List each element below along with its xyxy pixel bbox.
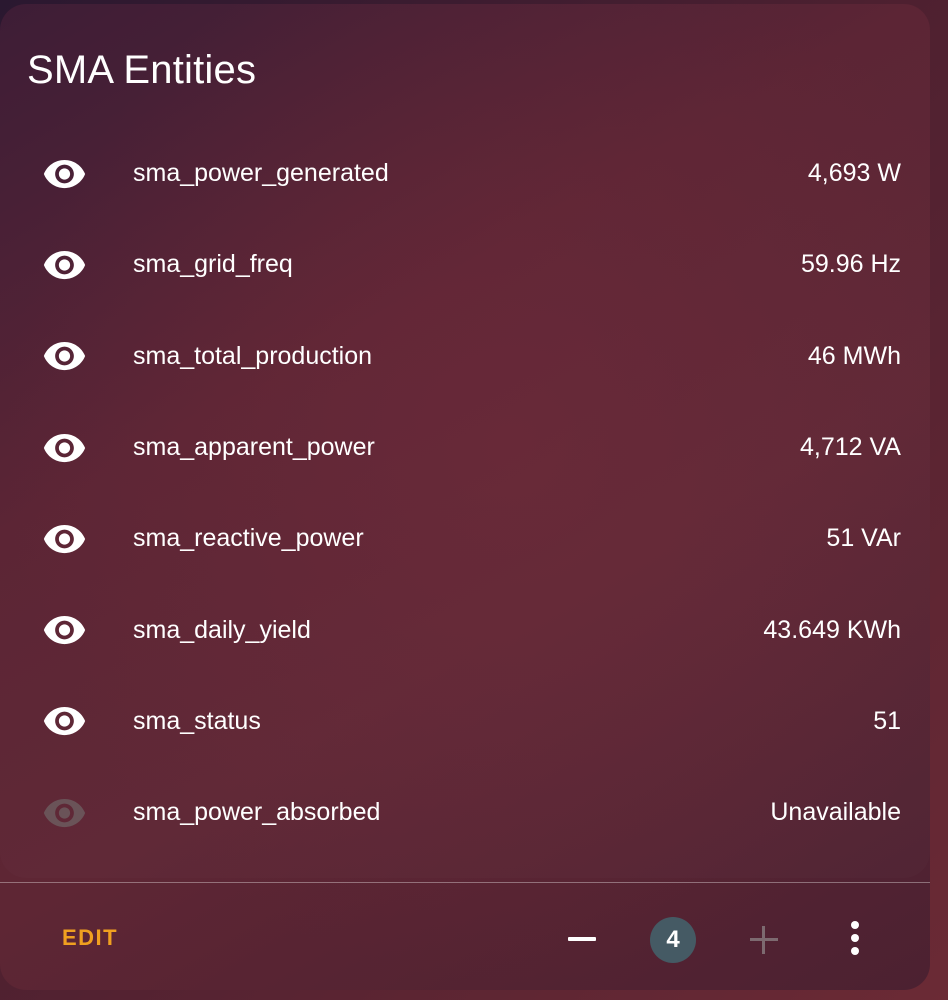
entity-row[interactable]: sma_daily_yield 43.649 KWh [0, 584, 930, 675]
entity-name[interactable]: sma_total_production [133, 342, 372, 371]
plus-icon[interactable] [750, 926, 778, 954]
more-dot [851, 921, 859, 929]
entity-value: 51 [873, 706, 901, 735]
eye-icon[interactable] [42, 431, 87, 465]
more-dot [851, 947, 859, 955]
eye-icon[interactable] [42, 522, 87, 556]
entity-row[interactable]: sma_total_production 46 MWh [0, 311, 930, 402]
eye-icon[interactable] [42, 339, 87, 373]
card-footer: EDIT 4 [0, 883, 930, 990]
edit-button[interactable]: EDIT [62, 925, 118, 951]
entity-name[interactable]: sma_apparent_power [133, 433, 375, 462]
entity-value: 4,693 W [807, 159, 901, 188]
entity-value: 59.96 Hz [800, 250, 901, 279]
card-body: SMA Entities sma_power_generated 4,693 W… [0, 4, 930, 878]
entity-row[interactable]: sma_power_generated 4,693 W [0, 128, 930, 219]
entity-value: 51 VAr [826, 524, 901, 553]
eye-icon[interactable] [42, 248, 87, 282]
eye-icon[interactable] [42, 613, 87, 647]
entity-value: 43.649 KWh [763, 615, 901, 644]
entity-name[interactable]: sma_status [133, 707, 261, 736]
entity-name[interactable]: sma_daily_yield [133, 616, 311, 645]
entity-name[interactable]: sma_power_absorbed [133, 798, 380, 827]
entity-row[interactable]: sma_reactive_power 51 VAr [0, 493, 930, 584]
entity-name[interactable]: sma_power_generated [133, 159, 389, 188]
entity-name[interactable]: sma_reactive_power [133, 524, 364, 553]
more-vertical-icon[interactable] [846, 921, 864, 957]
card-title: SMA Entities [27, 48, 257, 92]
entity-row[interactable]: sma_apparent_power 4,712 VA [0, 402, 930, 493]
entity-row[interactable]: sma_status 51 [0, 676, 930, 767]
entities-card: SMA Entities sma_power_generated 4,693 W… [0, 4, 930, 990]
entity-row[interactable]: sma_grid_freq 59.96 Hz [0, 219, 930, 310]
entity-name[interactable]: sma_grid_freq [133, 250, 293, 279]
minus-icon[interactable] [566, 923, 596, 953]
entity-row[interactable]: sma_power_absorbed Unavailable [0, 767, 930, 858]
eye-icon[interactable] [42, 796, 87, 830]
eye-icon[interactable] [42, 157, 87, 191]
entity-value: Unavailable [770, 798, 901, 827]
eye-icon[interactable] [42, 704, 87, 738]
entity-list: sma_power_generated 4,693 W sma_grid_fre… [0, 128, 930, 858]
count-badge: 4 [650, 917, 696, 963]
entity-value: 46 MWh [807, 341, 901, 370]
entity-value: 4,712 VA [799, 433, 901, 462]
more-dot [851, 934, 859, 942]
